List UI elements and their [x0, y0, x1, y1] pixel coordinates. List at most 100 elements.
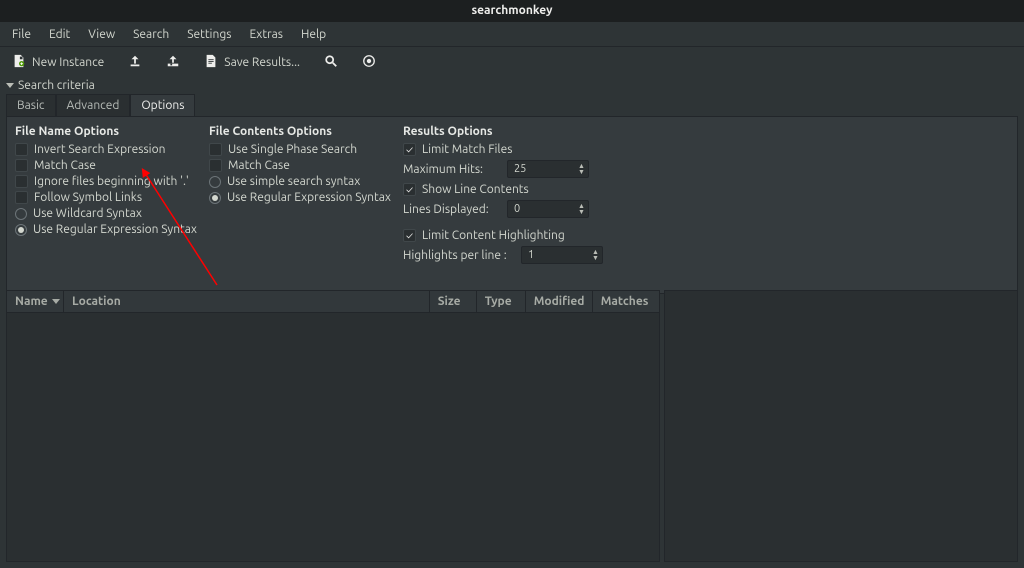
regex-contents-option[interactable]: Use Regular Expression Syntax — [209, 190, 391, 205]
checkbox-icon — [15, 143, 28, 156]
match-case-contents-option[interactable]: Match Case — [209, 158, 391, 173]
follow-symlinks-option[interactable]: Follow Symbol Links — [15, 190, 197, 205]
regex-name-option[interactable]: Use Regular Expression Syntax — [15, 222, 197, 237]
ignore-dotfiles-option[interactable]: Ignore files beginning with '.' — [15, 174, 197, 189]
column-size[interactable]: Size — [430, 291, 477, 312]
stop-button[interactable] — [358, 51, 380, 74]
menu-file[interactable]: File — [4, 25, 39, 44]
menu-view[interactable]: View — [80, 25, 123, 44]
wildcard-syntax-option[interactable]: Use Wildcard Syntax — [15, 206, 197, 221]
regex-contents-label: Use Regular Expression Syntax — [227, 190, 391, 205]
invert-search-label: Invert Search Expression — [34, 142, 165, 157]
checkbox-icon — [403, 143, 416, 156]
limit-match-files-label: Limit Match Files — [422, 142, 512, 157]
checkbox-icon — [15, 175, 28, 188]
criteria-tabs: Basic Advanced Options — [0, 94, 1024, 116]
simple-syntax-option[interactable]: Use simple search syntax — [209, 174, 391, 189]
lines-displayed-row: Lines Displayed: 0 ▲▼ — [403, 200, 1009, 218]
match-case-name-option[interactable]: Match Case — [15, 158, 197, 173]
new-document-icon — [12, 54, 26, 71]
new-instance-label: New Instance — [32, 56, 104, 69]
search-criteria-label: Search criteria — [18, 79, 95, 92]
highlights-per-line-label: Highlights per line : — [403, 249, 515, 262]
results-options-title: Results Options — [403, 125, 1009, 138]
document-icon — [204, 54, 218, 71]
checkbox-icon — [209, 159, 222, 172]
menu-edit[interactable]: Edit — [41, 25, 78, 44]
column-type[interactable]: Type — [477, 291, 526, 312]
checkbox-icon — [15, 159, 28, 172]
checkbox-icon — [209, 143, 222, 156]
file-name-options-group: File Name Options Invert Search Expressi… — [15, 125, 197, 283]
radio-icon — [209, 192, 221, 204]
column-modified[interactable]: Modified — [526, 291, 593, 312]
menu-search[interactable]: Search — [125, 25, 177, 44]
follow-symlinks-label: Follow Symbol Links — [34, 190, 142, 205]
limit-match-files-option[interactable]: Limit Match Files — [403, 142, 1009, 157]
save-results-button[interactable]: Save Results... — [200, 51, 304, 74]
lines-displayed-label: Lines Displayed: — [403, 203, 501, 216]
spin-down-icon[interactable]: ▼ — [577, 169, 586, 175]
results-area: Name Location Size Type Modified Matches — [6, 290, 1018, 562]
radio-icon — [209, 176, 221, 188]
highlights-per-line-value: 1 — [522, 249, 591, 261]
max-hits-row: Maximum Hits: 25 ▲▼ — [403, 160, 1009, 178]
spin-down-icon[interactable]: ▼ — [577, 209, 586, 215]
save-results-label: Save Results... — [224, 56, 300, 69]
tab-options[interactable]: Options — [130, 94, 195, 116]
file-contents-options-title: File Contents Options — [209, 125, 391, 138]
options-panel: File Name Options Invert Search Expressi… — [6, 116, 1018, 294]
radio-icon — [15, 208, 27, 220]
radio-icon — [15, 224, 27, 236]
table-header: Name Location Size Type Modified Matches — [7, 291, 659, 313]
column-matches[interactable]: Matches — [593, 291, 659, 312]
preview-pane — [664, 290, 1018, 562]
column-name[interactable]: Name — [7, 291, 64, 312]
search-icon — [324, 54, 338, 71]
match-case-contents-label: Match Case — [228, 158, 290, 173]
max-hits-label: Maximum Hits: — [403, 163, 501, 176]
checkbox-icon — [403, 183, 416, 196]
max-hits-spinbox[interactable]: 25 ▲▼ — [507, 160, 589, 178]
single-phase-option[interactable]: Use Single Phase Search — [209, 142, 391, 157]
window-titlebar: searchmonkey — [0, 0, 1024, 22]
simple-syntax-label: Use simple search syntax — [227, 174, 360, 189]
file-name-options-title: File Name Options — [15, 125, 197, 138]
target-icon — [362, 54, 376, 71]
regex-name-label: Use Regular Expression Syntax — [33, 222, 197, 237]
limit-highlighting-option[interactable]: Limit Content Highlighting — [403, 228, 1009, 243]
menu-settings[interactable]: Settings — [179, 25, 239, 44]
highlights-per-line-row: Highlights per line : 1 ▲▼ — [403, 246, 1009, 264]
import-button[interactable] — [124, 51, 146, 74]
import-folder-button[interactable] — [162, 51, 184, 74]
menu-extras[interactable]: Extras — [241, 25, 291, 44]
match-case-name-label: Match Case — [34, 158, 96, 173]
checkbox-icon — [15, 191, 28, 204]
results-table: Name Location Size Type Modified Matches — [6, 290, 660, 562]
chevron-down-icon — [6, 83, 14, 88]
wildcard-syntax-label: Use Wildcard Syntax — [33, 206, 142, 221]
toolbar: New Instance Save Results... — [0, 47, 1024, 77]
upload-folder-icon — [166, 54, 180, 71]
spin-down-icon[interactable]: ▼ — [591, 255, 600, 261]
search-button[interactable] — [320, 51, 342, 74]
show-line-contents-option[interactable]: Show Line Contents — [403, 182, 1009, 197]
column-location[interactable]: Location — [64, 291, 430, 312]
file-contents-options-group: File Contents Options Use Single Phase S… — [209, 125, 391, 283]
tab-advanced[interactable]: Advanced — [56, 94, 131, 116]
lines-displayed-spinbox[interactable]: 0 ▲▼ — [507, 200, 589, 218]
checkbox-icon — [403, 229, 416, 242]
single-phase-label: Use Single Phase Search — [228, 142, 357, 157]
search-criteria-expander[interactable]: Search criteria — [0, 77, 1024, 94]
new-instance-button[interactable]: New Instance — [8, 51, 108, 74]
results-options-group: Results Options Limit Match Files Maximu… — [403, 125, 1009, 283]
ignore-dotfiles-label: Ignore files beginning with '.' — [34, 174, 189, 189]
menubar: File Edit View Search Settings Extras He… — [0, 22, 1024, 47]
sort-desc-icon — [52, 299, 60, 304]
show-line-contents-label: Show Line Contents — [422, 182, 529, 197]
highlights-per-line-spinbox[interactable]: 1 ▲▼ — [521, 246, 603, 264]
invert-search-option[interactable]: Invert Search Expression — [15, 142, 197, 157]
tab-basic[interactable]: Basic — [6, 94, 56, 116]
menu-help[interactable]: Help — [293, 25, 334, 44]
limit-highlighting-label: Limit Content Highlighting — [422, 228, 565, 243]
